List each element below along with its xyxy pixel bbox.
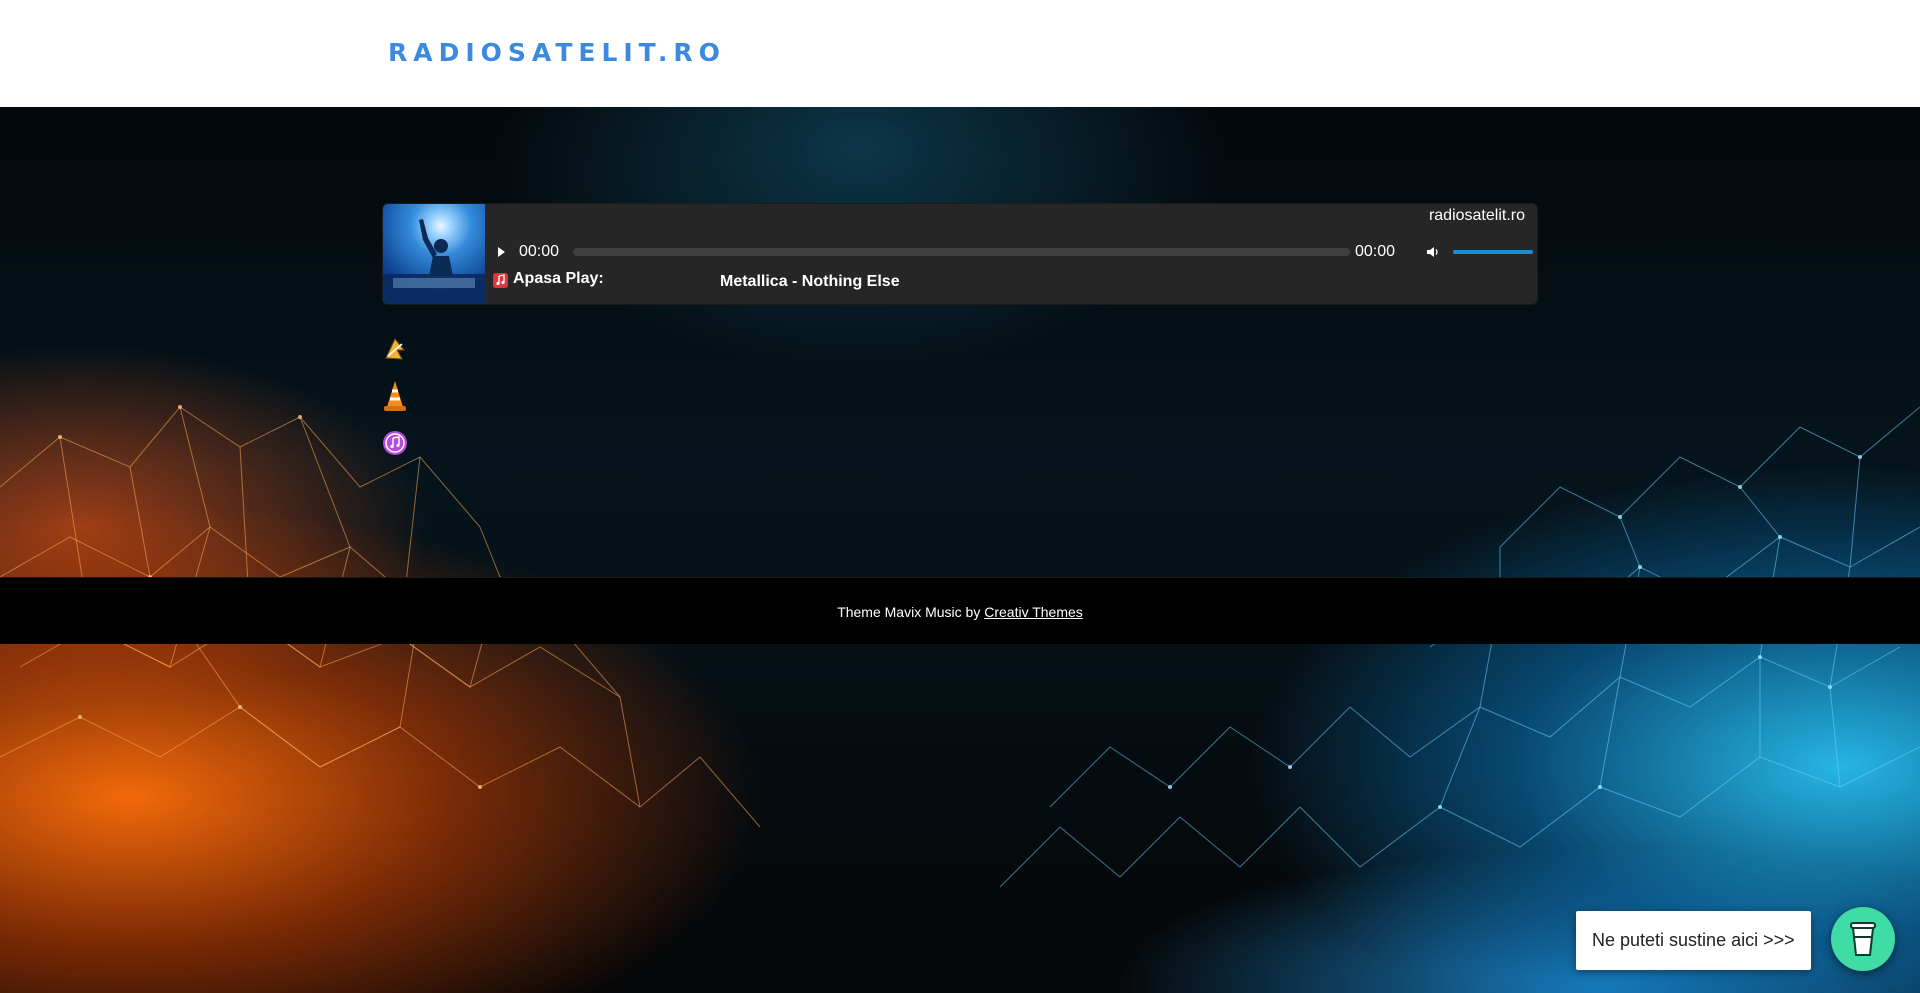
site-header: RADIOSATELIT.RO xyxy=(0,0,1920,107)
now-playing-row: Apasa Play: Metallica - Nothing Else xyxy=(493,270,1393,294)
progress-bar[interactable] xyxy=(573,248,1350,256)
coffee-cup-icon xyxy=(1850,922,1876,956)
site-footer: Theme Mavix Music by Creativ Themes xyxy=(0,577,1920,644)
audio-player: radiosatelit.ro 00:00 00:00 Apasa Play: … xyxy=(382,203,1538,305)
volume-slider[interactable] xyxy=(1453,250,1533,254)
site-title[interactable]: RADIOSATELIT.RO xyxy=(388,38,726,67)
itunes-icon[interactable] xyxy=(382,430,408,456)
play-icon[interactable] xyxy=(493,244,509,260)
vlc-icon[interactable] xyxy=(382,379,408,413)
volume-level xyxy=(1453,250,1533,254)
station-name: radiosatelit.ro xyxy=(1428,207,1525,224)
music-note-icon xyxy=(493,273,508,288)
volume-icon[interactable] xyxy=(1425,244,1441,260)
now-playing-label: Apasa Play: xyxy=(513,270,604,287)
track-title: Metallica - Nothing Else xyxy=(720,273,900,290)
album-cover xyxy=(383,204,485,304)
support-bubble[interactable]: Ne puteti sustine aici >>> xyxy=(1576,911,1811,970)
duration-time: 00:00 xyxy=(1355,243,1396,260)
winamp-icon[interactable] xyxy=(382,336,408,362)
current-time: 00:00 xyxy=(519,243,560,260)
footer-credit: Theme Mavix Music by Creativ Themes xyxy=(0,604,1920,620)
dj-silhouette-image xyxy=(383,219,485,304)
audio-controls: 00:00 00:00 xyxy=(493,242,1533,262)
footer-text: Theme Mavix Music by xyxy=(837,604,985,620)
support-button[interactable] xyxy=(1831,907,1895,971)
footer-link[interactable]: Creativ Themes xyxy=(984,604,1083,620)
